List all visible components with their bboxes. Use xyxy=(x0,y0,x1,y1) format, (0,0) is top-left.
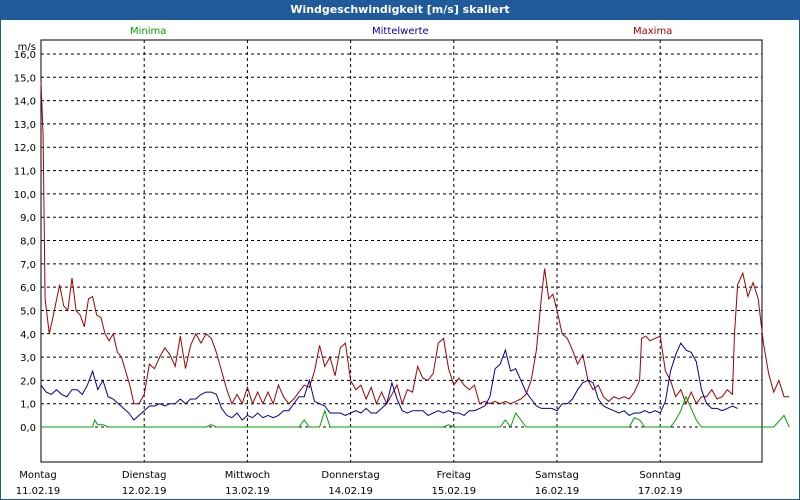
y-tick-label: 8,0 xyxy=(20,237,36,248)
y-tick-label: 9,0 xyxy=(20,213,36,224)
y-tick-label: 2,0 xyxy=(20,376,36,387)
y-tick-label: 15,0 xyxy=(14,73,36,84)
y-tick-label: 0,0 xyxy=(20,423,36,434)
series-mean-line xyxy=(40,342,738,421)
series-min-line xyxy=(41,395,790,429)
x-tick-day: Donnerstag xyxy=(321,470,379,481)
y-tick-label: 11,0 xyxy=(14,167,36,178)
y-tick-label: 1,0 xyxy=(20,400,36,411)
series-lines xyxy=(40,81,790,429)
x-tick-day: Dienstag xyxy=(122,470,167,481)
y-tick-label: 5,0 xyxy=(20,306,36,317)
x-tick-date: 17.02.19 xyxy=(638,486,683,497)
x-tick-date: 12.02.19 xyxy=(122,486,167,497)
plot-border xyxy=(40,39,763,463)
x-tick-date: 11.02.19 xyxy=(16,486,61,497)
x-tick-date: 14.02.19 xyxy=(328,486,373,497)
x-tick-day: Montag xyxy=(19,470,56,481)
y-tick-label: 13,0 xyxy=(14,120,36,131)
x-tick-day: Samstag xyxy=(535,470,579,481)
y-tick-label: 14,0 xyxy=(14,97,36,108)
x-tick-date: 15.02.19 xyxy=(432,486,477,497)
axis-labels: 0,0 1,0 2,0 3,0 4,0 5,0 6,0 7,0 8,0 9,0 10,0 11,0 12… xyxy=(14,42,683,497)
y-tick-label: 7,0 xyxy=(20,260,36,271)
x-tick-day: Freitag xyxy=(437,470,471,481)
y-tick-label: 3,0 xyxy=(20,353,36,364)
series-max-line xyxy=(40,81,790,406)
x-tick-day: Mittwoch xyxy=(225,470,270,481)
y-tick-label: 10,0 xyxy=(14,190,36,201)
chart-svg: 0,0 1,0 2,0 3,0 4,0 5,0 6,0 7,0 8,0 9,0 10,0 11,0 12… xyxy=(14,39,790,497)
y-axis-label: m/s xyxy=(18,42,36,53)
grid-lines xyxy=(40,39,763,463)
x-tick-date: 13.02.19 xyxy=(225,486,270,497)
y-tick-label: 4,0 xyxy=(20,330,36,341)
x-tick-day: Sonntag xyxy=(639,470,681,481)
x-tick-date: 16.02.19 xyxy=(535,486,580,497)
y-tick-label: 6,0 xyxy=(20,283,36,294)
y-tick-label: 12,0 xyxy=(14,143,36,154)
